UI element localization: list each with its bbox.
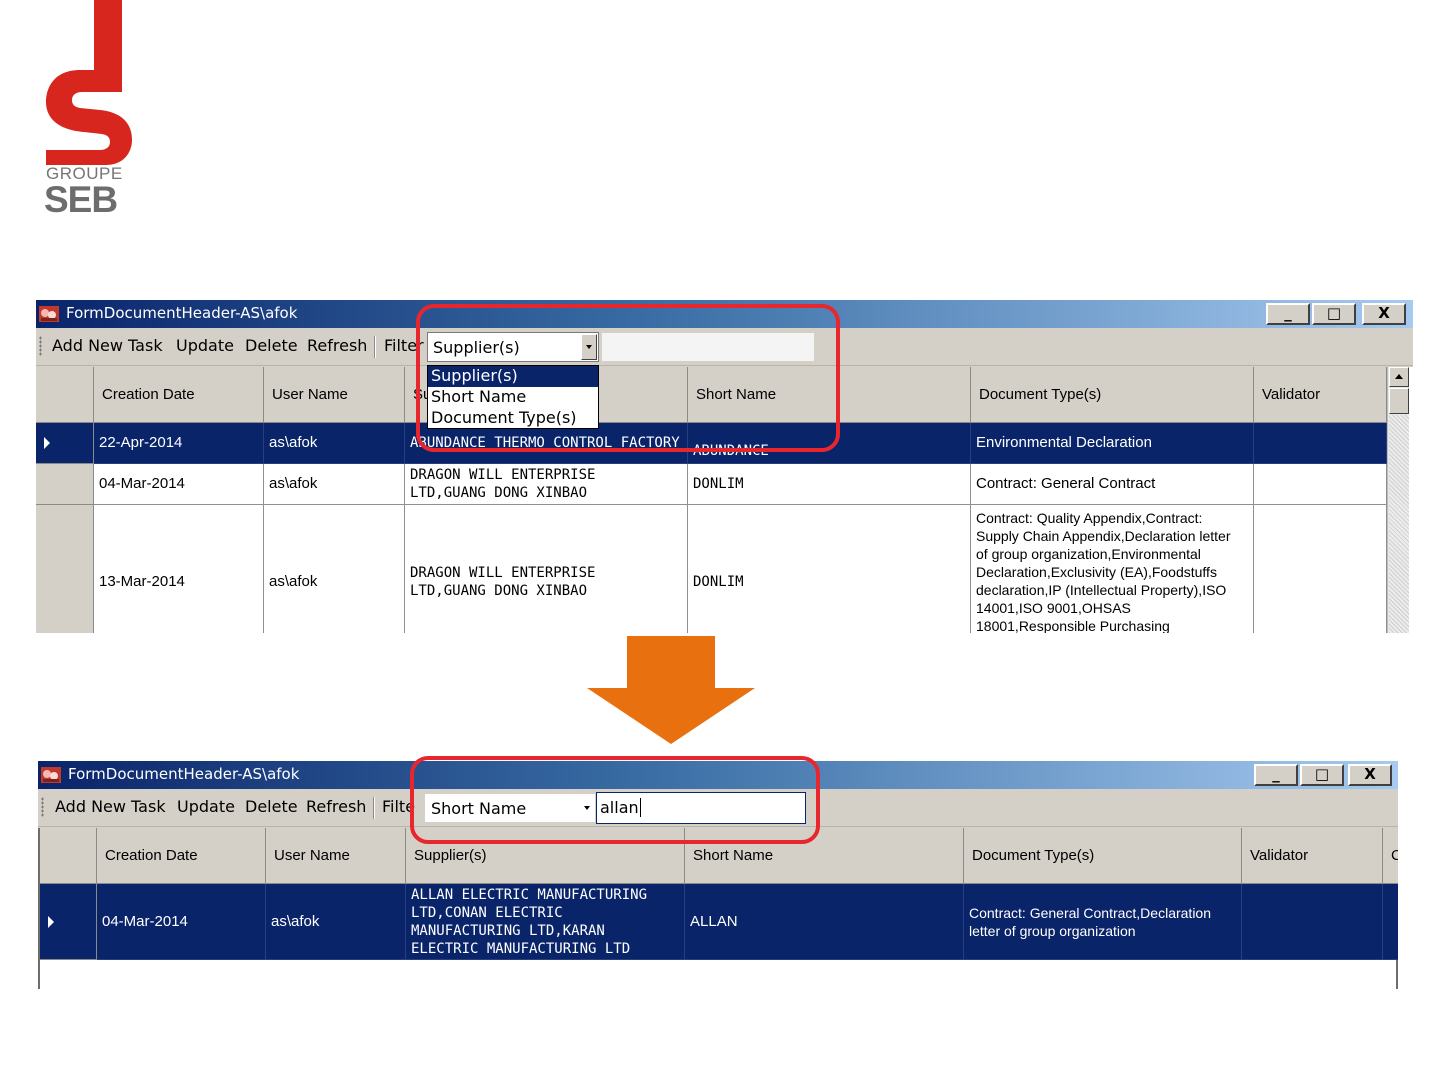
- cell-short-name[interactable]: DONLIM: [688, 505, 971, 633]
- scroll-track[interactable]: [1389, 415, 1409, 633]
- delete-button[interactable]: Delete: [245, 797, 298, 816]
- highlight-filter-input: [410, 756, 820, 844]
- cell-validator[interactable]: [1254, 423, 1387, 464]
- column-header-validator[interactable]: Validator: [1254, 367, 1387, 423]
- current-row-arrow-icon: [48, 915, 54, 928]
- column-header-creation-date[interactable]: Creation Date: [97, 828, 266, 884]
- toolbar-separator: [374, 336, 376, 358]
- cell-creation-date[interactable]: 22-Apr-2014: [94, 423, 264, 464]
- cell-short-name[interactable]: ALLAN: [685, 884, 964, 960]
- cell-user-name[interactable]: as\afok: [264, 464, 405, 505]
- cell-creation-date[interactable]: 13-Mar-2014: [94, 505, 264, 633]
- down-arrow-icon: [587, 636, 755, 744]
- row-header-corner: [36, 367, 94, 423]
- cell-document-types[interactable]: Contract: Quality Appendix,Contract: Sup…: [971, 505, 1254, 633]
- row-header-corner: [40, 828, 97, 884]
- cell-short-name[interactable]: DONLIM: [688, 464, 971, 505]
- minimize-button[interactable]: _: [1266, 303, 1310, 325]
- app-icon: [41, 767, 61, 783]
- update-button[interactable]: Update: [177, 797, 235, 816]
- scroll-thumb[interactable]: [1389, 388, 1409, 414]
- cell-partial[interactable]: [1383, 884, 1398, 960]
- cell-suppliers[interactable]: DRAGON WILL ENTERPRISE LTD,GUANG DONG XI…: [405, 464, 688, 505]
- seb-logo-mark: [46, 0, 132, 165]
- cell-document-types[interactable]: Contract: General Contract: [971, 464, 1254, 505]
- toolbar-grip-icon[interactable]: [39, 336, 42, 356]
- document-grid: Creation Date User Name Supplier(s) Shor…: [38, 828, 1398, 989]
- maximize-button[interactable]: □: [1300, 764, 1344, 786]
- close-button[interactable]: X: [1348, 764, 1392, 786]
- maximize-button[interactable]: □: [1312, 303, 1356, 325]
- close-button[interactable]: X: [1362, 303, 1406, 325]
- delete-button[interactable]: Delete: [245, 336, 298, 355]
- scroll-up-icon[interactable]: [1389, 367, 1409, 387]
- toolbar-grip-icon[interactable]: [41, 797, 44, 817]
- app-icon: [39, 306, 59, 322]
- cell-user-name[interactable]: as\afok: [264, 423, 405, 464]
- cell-validator[interactable]: [1254, 505, 1387, 633]
- logo-word-seb: SEB: [44, 179, 118, 220]
- window-title: FormDocumentHeader-AS\afok: [66, 304, 298, 322]
- column-header-user-name[interactable]: User Name: [266, 828, 406, 884]
- minimize-button[interactable]: _: [1254, 764, 1298, 786]
- vertical-scrollbar[interactable]: [1387, 367, 1409, 633]
- column-header-user-name[interactable]: User Name: [264, 367, 405, 423]
- add-new-task-button[interactable]: Add New Task: [52, 336, 163, 355]
- cell-document-types[interactable]: Contract: General Contract,Declaration l…: [964, 884, 1242, 960]
- cell-user-name[interactable]: as\afok: [266, 884, 406, 960]
- cell-creation-date[interactable]: 04-Mar-2014: [97, 884, 266, 960]
- row-selector[interactable]: [36, 505, 94, 633]
- cell-suppliers[interactable]: ALLAN ELECTRIC MANUFACTURING LTD,CONAN E…: [406, 884, 685, 960]
- cell-validator[interactable]: [1242, 884, 1383, 960]
- row-selector[interactable]: [36, 464, 94, 505]
- refresh-button[interactable]: Refresh: [306, 797, 366, 816]
- row-selector[interactable]: [40, 884, 97, 960]
- groupe-seb-logo: GROUPE SEB: [40, 0, 140, 222]
- column-header-creation-date[interactable]: Creation Date: [94, 367, 264, 423]
- column-header-document-types[interactable]: Document Type(s): [964, 828, 1242, 884]
- refresh-button[interactable]: Refresh: [307, 336, 367, 355]
- window-title: FormDocumentHeader-AS\afok: [68, 765, 300, 783]
- column-header-partial[interactable]: C: [1383, 828, 1398, 884]
- column-header-validator[interactable]: Validator: [1242, 828, 1383, 884]
- cell-validator[interactable]: [1254, 464, 1387, 505]
- current-row-arrow-icon: [44, 437, 50, 449]
- toolbar-separator: [373, 797, 375, 819]
- row-selector[interactable]: [36, 423, 94, 464]
- highlight-filter-dropdown: [416, 304, 840, 452]
- cell-suppliers[interactable]: DRAGON WILL ENTERPRISE LTD,GUANG DONG XI…: [405, 505, 688, 633]
- add-new-task-button[interactable]: Add New Task: [55, 797, 166, 816]
- update-button[interactable]: Update: [176, 336, 234, 355]
- cell-creation-date[interactable]: 04-Mar-2014: [94, 464, 264, 505]
- column-header-document-types[interactable]: Document Type(s): [971, 367, 1254, 423]
- cell-user-name[interactable]: as\afok: [264, 505, 405, 633]
- cell-document-types[interactable]: Environmental Declaration: [971, 423, 1254, 464]
